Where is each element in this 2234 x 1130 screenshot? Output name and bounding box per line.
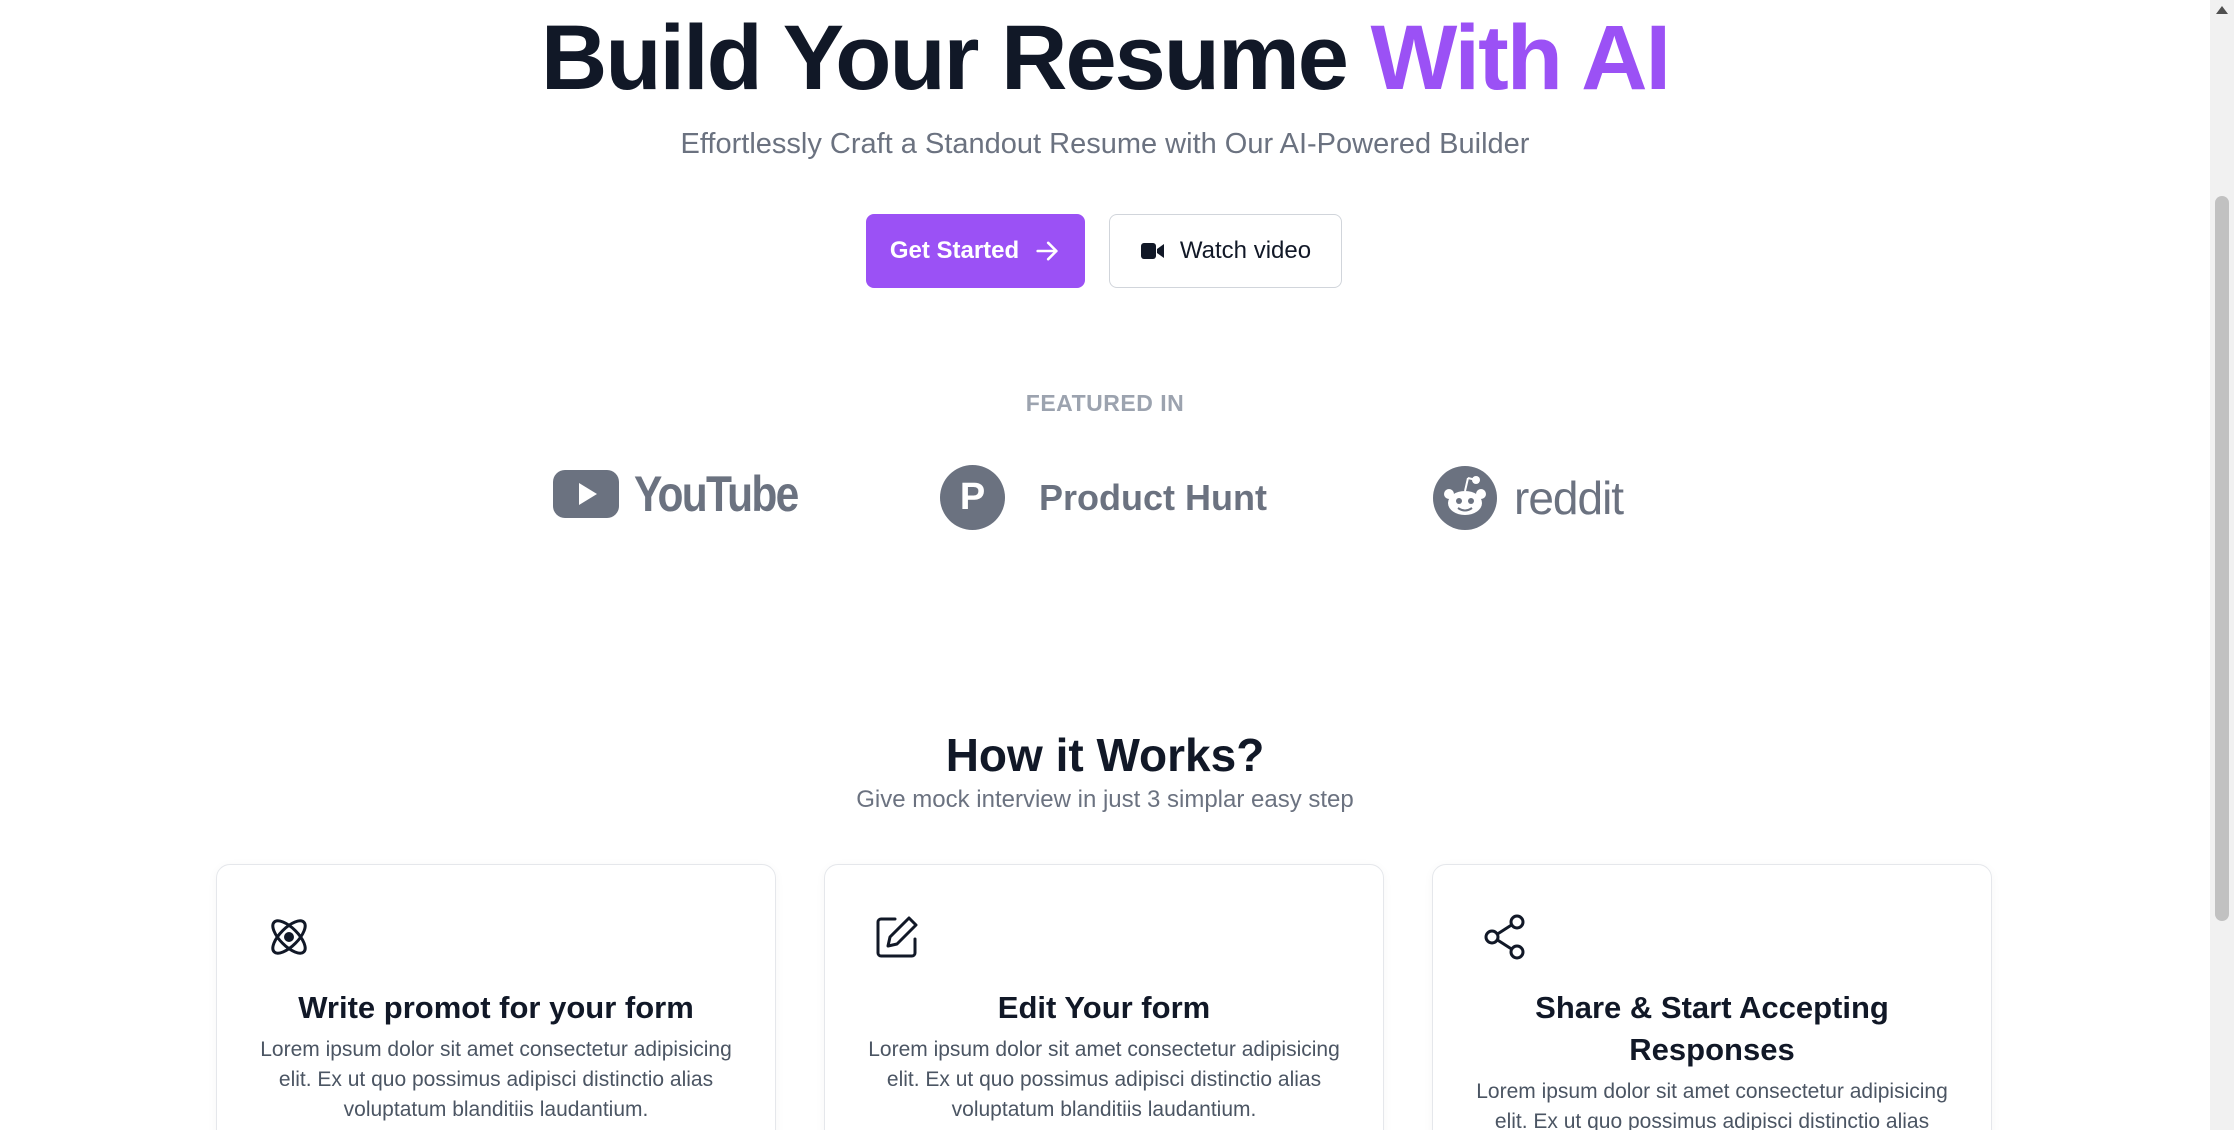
scroll-up-arrow-icon[interactable] [2216, 6, 2228, 14]
page: Build Your Resume With AI Effortlessly C… [0, 0, 2210, 1130]
hero-title-main: Build Your Resume [540, 7, 1349, 109]
scrollbar-thumb[interactable] [2215, 196, 2229, 921]
get-started-button[interactable]: Get Started [866, 214, 1085, 288]
step-description: Lorem ipsum dolor sit amet consectetur a… [868, 1038, 1340, 1121]
arrow-right-icon [1036, 241, 1058, 261]
step-card-prompt: Write promot for your form Lorem ipsum d… [216, 864, 776, 1130]
step-description: Lorem ipsum dolor sit amet consectetur a… [260, 1038, 732, 1121]
reddit-alien-icon [1433, 466, 1497, 530]
step-card-edit: Edit Your form Lorem ipsum dolor sit ame… [824, 864, 1384, 1130]
youtube-logo: YouTube [552, 465, 826, 523]
step-title: Share & Start Accepting Responses [1535, 990, 1889, 1067]
step-title: Write promot for your form [298, 990, 694, 1025]
hero-title: Build Your Resume With AI [0, 7, 2210, 109]
watch-video-label: Watch video [1179, 237, 1312, 264]
vertical-scrollbar[interactable] [2210, 0, 2234, 1130]
step-description: Lorem ipsum dolor sit amet consectetur a… [1476, 1080, 1948, 1130]
watch-video-button[interactable]: Watch video [1109, 214, 1342, 288]
reddit-logo: reddit [1432, 465, 1624, 531]
product-hunt-wordmark: Product Hunt [1039, 476, 1267, 518]
how-it-works-title: How it Works? [945, 729, 1265, 781]
reddit-wordmark: reddit [1514, 472, 1624, 524]
hero-actions: Get Started Watch video [866, 214, 1342, 288]
hero-title-accent: With AI [1370, 7, 1672, 109]
video-camera-icon [1140, 243, 1164, 259]
step-card-share: Share & Start Accepting Responses Lorem … [1432, 864, 1992, 1130]
product-hunt-icon: P [940, 465, 1005, 530]
how-it-works-subtitle: Give mock interview in just 3 simplar ea… [856, 786, 1354, 813]
youtube-wordmark: YouTube [634, 466, 799, 522]
youtube-play-icon [553, 470, 619, 518]
hero-subtitle: Effortlessly Craft a Standout Resume wit… [680, 128, 1530, 160]
product-hunt-logo: P Product Hunt [940, 465, 1267, 530]
atom-icon [271, 919, 307, 955]
step-title: Edit Your form [997, 990, 1211, 1025]
get-started-label: Get Started [889, 237, 1020, 264]
edit-icon [876, 916, 918, 958]
share-icon [1484, 914, 1525, 960]
featured-in-label: FEATURED IN [1025, 390, 1185, 416]
